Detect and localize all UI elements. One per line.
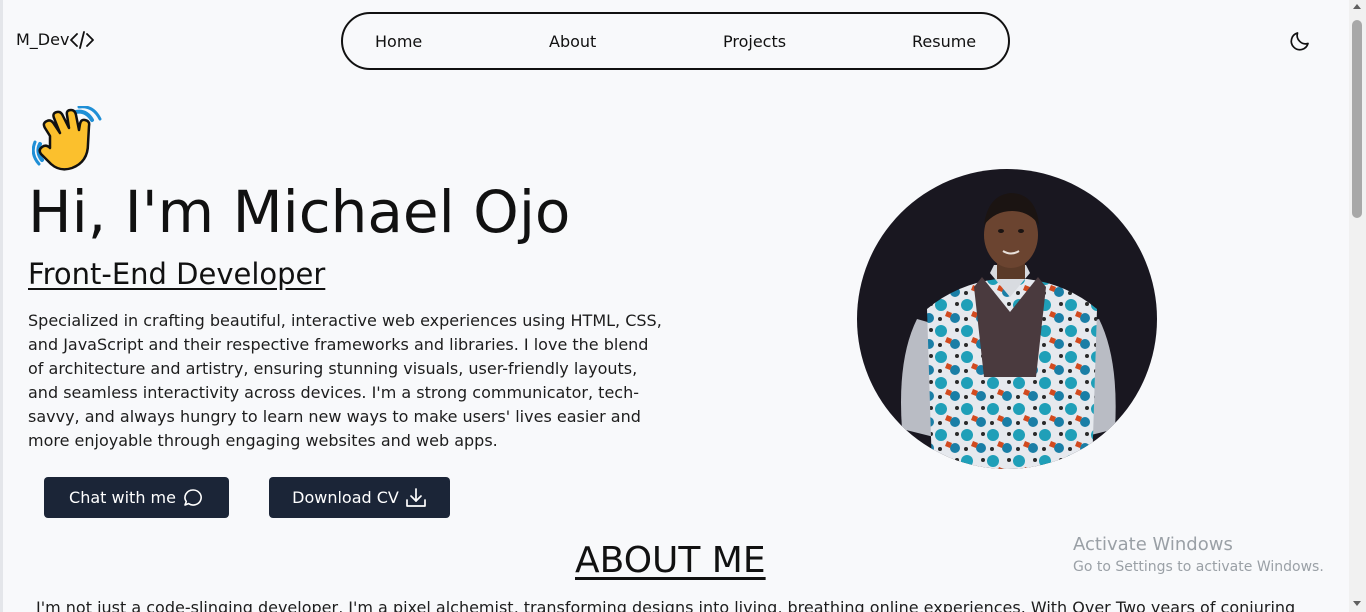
theme-toggle-button[interactable] [1288, 29, 1312, 53]
profile-photo [857, 169, 1157, 469]
logo-text: M_Dev [16, 30, 70, 49]
code-icon [70, 30, 95, 49]
scroll-up-arrow-icon[interactable] [1353, 4, 1361, 9]
nav-home[interactable]: Home [375, 32, 422, 51]
nav-resume[interactable]: Resume [912, 32, 976, 51]
chat-button[interactable]: Chat with me [44, 477, 229, 518]
vertical-scrollbar[interactable] [1349, 0, 1366, 612]
hero-subtitle: Front-End Developer [28, 257, 326, 291]
download-icon [406, 487, 426, 507]
activate-windows-watermark: Activate Windows Go to Settings to activ… [1073, 534, 1324, 575]
nav-projects[interactable]: Projects [723, 32, 786, 51]
moon-icon [1290, 32, 1309, 51]
scrollbar-thumb[interactable] [1352, 20, 1362, 218]
page: M_Dev Home About Projects Resume Hi, I'm… [0, 0, 1366, 612]
chat-bubble-icon [184, 488, 202, 506]
nav-about[interactable]: About [549, 32, 596, 51]
waving-hand-icon [31, 105, 104, 178]
download-cv-button[interactable]: Download CV [269, 477, 450, 518]
about-text: I'm not just a code-slinging developer, … [36, 598, 1296, 612]
hero-description: Specialized in crafting beautiful, inter… [28, 311, 662, 450]
main-nav: Home About Projects Resume [341, 12, 1010, 70]
download-cv-label: Download CV [292, 488, 399, 507]
scroll-down-arrow-icon[interactable] [1353, 601, 1361, 606]
window-edge [0, 0, 3, 612]
chat-button-label: Chat with me [69, 488, 176, 507]
watermark-line1: Activate Windows [1073, 534, 1233, 555]
logo[interactable]: M_Dev [16, 30, 95, 49]
hero-title: Hi, I'm Michael Ojo [28, 178, 571, 246]
about-title: ABOUT ME [575, 540, 766, 581]
watermark-line2: Go to Settings to activate Windows. [1073, 559, 1324, 575]
